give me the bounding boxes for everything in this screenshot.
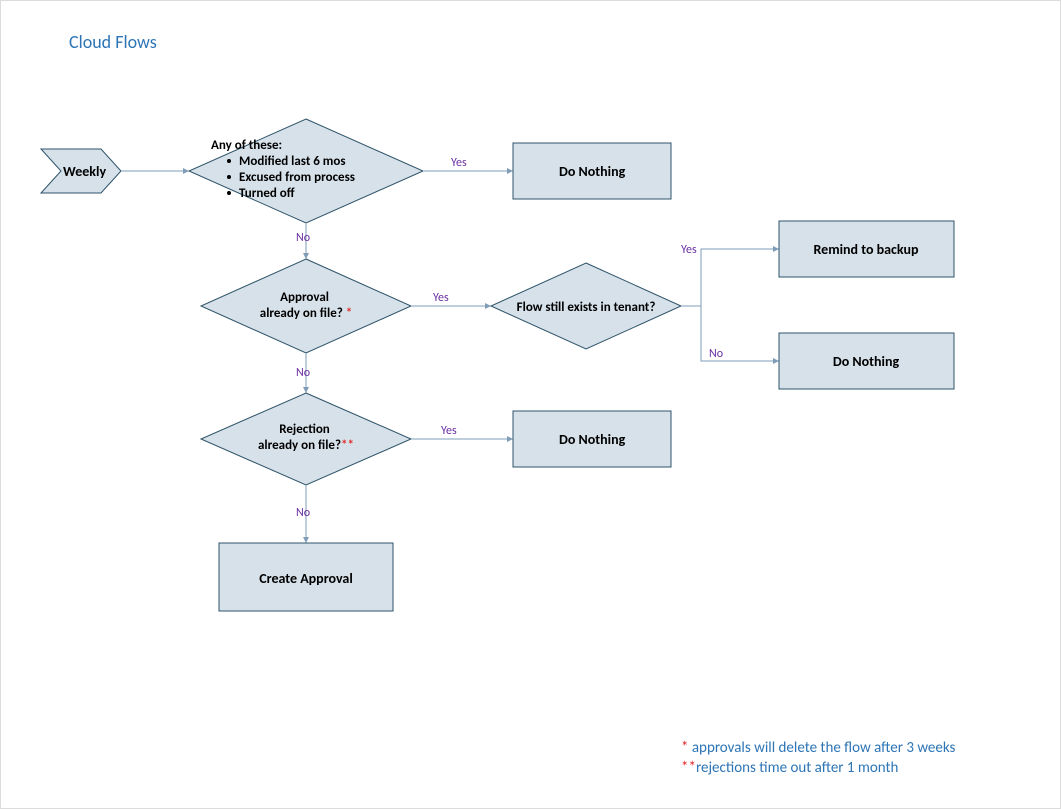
node-do-nothing-1: Do Nothing	[513, 143, 671, 199]
flowchart-svg: Weekly Any of these: Modified last 6 mos…	[1, 1, 1061, 810]
node-approval-on-file: Approval already on file? *	[201, 259, 411, 353]
footnote-1: * approvals will delete the flow after 3…	[681, 739, 955, 757]
node-create-approval: Create Approval	[219, 543, 393, 611]
node-remind-backup: Remind to backup	[779, 221, 954, 277]
flowchart-canvas: Cloud Flows Weekly Any of these: Modifie…	[0, 0, 1061, 809]
node-do-nothing-2-label: Do Nothing	[833, 353, 900, 370]
svg-text:Modified last 6 mos: Modified last 6 mos	[239, 154, 346, 169]
node-do-nothing-2: Do Nothing	[779, 333, 954, 389]
edge-flowexists-yes: Yes	[681, 243, 779, 306]
node-create-approval-label: Create Approval	[259, 570, 353, 587]
edge-flowexists-no: No	[701, 306, 779, 361]
svg-text:Turned off: Turned off	[239, 186, 295, 201]
edge-approval-yes-label: Yes	[433, 291, 449, 305]
node-remind-backup-label: Remind to backup	[813, 241, 918, 258]
svg-text:Flow still exists in tenant?: Flow still exists in tenant?	[517, 300, 656, 315]
node-weekly-label: Weekly	[63, 163, 106, 180]
edge-rejection-no-label: No	[296, 506, 310, 520]
edge-approval-no-label: No	[296, 366, 310, 380]
svg-text:Any of these:: Any of these:	[211, 138, 282, 153]
node-rejection-on-file: Rejection already on file?**	[201, 393, 411, 485]
node-do-nothing-1-label: Do Nothing	[559, 163, 626, 180]
edge-any-no-label: No	[296, 231, 310, 245]
footnote-2: **rejections time out after 1 month	[681, 759, 898, 777]
edge-any-yes-label: Yes	[451, 156, 467, 170]
node-do-nothing-3-label: Do Nothing	[559, 431, 626, 448]
node-do-nothing-3: Do Nothing	[513, 411, 671, 467]
svg-text:Excused from process: Excused from process	[239, 170, 355, 185]
edge-rejection-yes-label: Yes	[441, 424, 457, 438]
node-flow-exists: Flow still exists in tenant?	[491, 263, 681, 349]
svg-text:Yes: Yes	[681, 243, 697, 257]
node-weekly: Weekly	[41, 149, 121, 193]
svg-text:No: No	[709, 347, 723, 361]
